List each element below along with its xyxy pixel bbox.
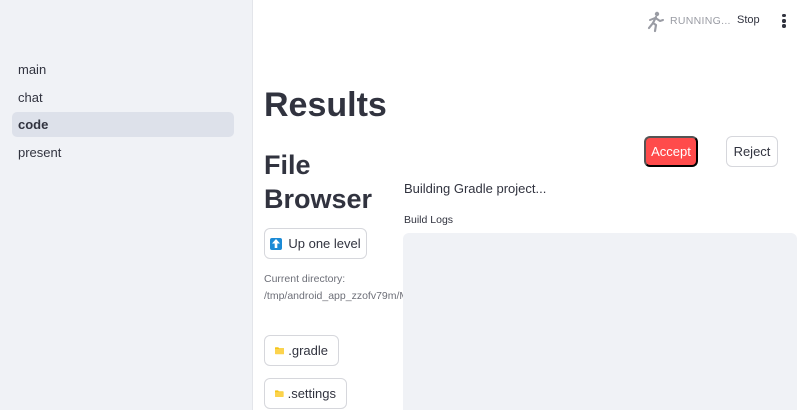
top-header: RUNNING... Stop	[253, 0, 806, 44]
page-title: Results	[264, 86, 387, 124]
up-arrow-icon	[270, 237, 283, 250]
sidebar: main chat code present	[0, 0, 253, 410]
folder-icon	[275, 347, 285, 355]
sidebar-item-code[interactable]: code	[12, 112, 234, 138]
running-status: RUNNING...	[670, 15, 731, 27]
current-directory: Current directory: /tmp/android_app_zzof…	[264, 273, 433, 302]
build-logs-textarea[interactable]	[403, 233, 797, 410]
sidebar-item-main[interactable]: main	[12, 57, 234, 82]
folder-button-settings[interactable]: .settings	[264, 378, 347, 409]
sidebar-item-present[interactable]: present	[12, 140, 234, 165]
running-man-icon	[647, 11, 664, 33]
stop-button[interactable]: Stop	[737, 14, 760, 26]
sidebar-item-chat[interactable]: chat	[12, 85, 234, 110]
reject-button[interactable]: Reject	[726, 136, 778, 167]
folder-button-gradle[interactable]: .gradle	[264, 335, 339, 366]
folder-label: .gradle	[288, 343, 328, 358]
accept-button[interactable]: Accept	[644, 136, 698, 167]
sidebar-nav: main chat code present	[12, 57, 234, 167]
build-status: Building Gradle project...	[404, 181, 547, 196]
up-one-level-button[interactable]: Up one level	[264, 228, 367, 259]
up-one-level-label: Up one level	[288, 236, 361, 251]
file-browser-title: File Browser	[264, 150, 373, 214]
folder-label: .settings	[287, 386, 336, 401]
folder-icon	[275, 390, 284, 397]
app-window: main chat code present RUNNING... Stop R…	[0, 0, 806, 410]
build-logs-label: Build Logs	[404, 214, 454, 226]
kebab-menu-icon[interactable]	[781, 14, 787, 30]
